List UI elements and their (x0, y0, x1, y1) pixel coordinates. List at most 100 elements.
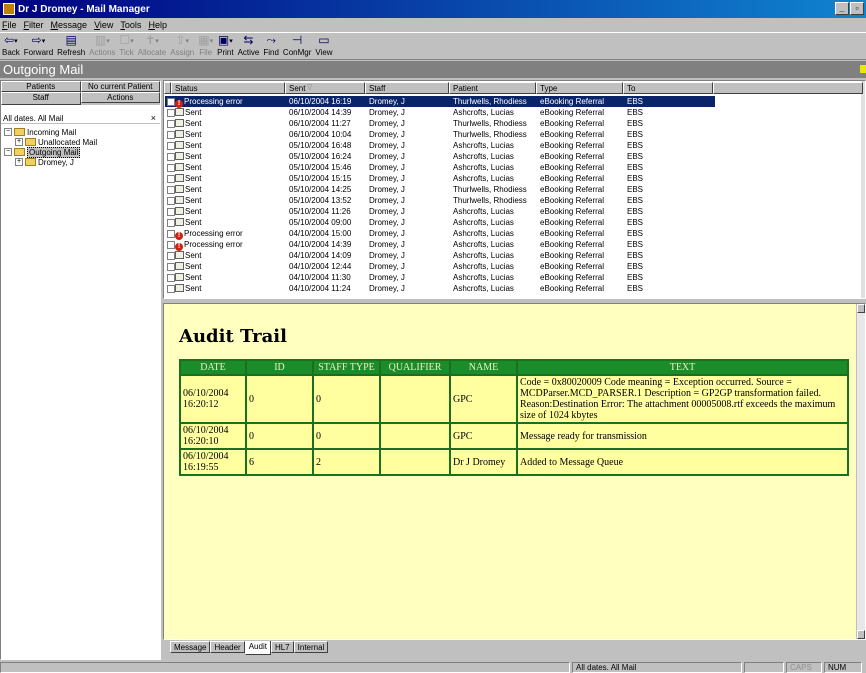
dropdown-arrow-icon[interactable]: ▾ (106, 37, 110, 45)
row-checkbox[interactable] (167, 285, 175, 293)
grip-icon[interactable] (860, 65, 866, 73)
dropdown-arrow-icon[interactable]: ▾ (130, 37, 134, 45)
menu-message[interactable]: Message (51, 20, 88, 30)
table-row[interactable]: Sent 05/10/2004 16:24 Dromey, J Ashcrofts, … (165, 151, 715, 162)
row-checkbox[interactable] (167, 131, 175, 139)
dropdown-arrow-icon[interactable]: ▾ (186, 37, 190, 45)
dropdown-arrow-icon[interactable]: ▾ (210, 37, 214, 45)
row-checkbox[interactable] (167, 164, 175, 172)
row-checkbox[interactable] (167, 263, 175, 271)
tree-item-incoming-mail[interactable]: − Incoming Mail (4, 127, 76, 137)
table-row[interactable]: ! Processing error 04/10/2004 15:00 Dromey,… (165, 228, 715, 240)
dropdown-arrow-icon[interactable]: ▾ (42, 37, 46, 45)
audit-cell-id: 6 (245, 448, 314, 476)
close-icon[interactable]: × (151, 113, 156, 124)
table-row[interactable]: Sent 06/10/2004 14:39 Dromey, J Ashcrofts, … (165, 107, 715, 118)
row-checkbox[interactable] (167, 120, 175, 128)
menu-help[interactable]: Help (148, 20, 167, 30)
status-num: NUM (824, 662, 862, 673)
menu-view[interactable]: View (94, 20, 113, 30)
tab-patients[interactable]: Patients (1, 81, 81, 92)
tab-hl7[interactable]: HL7 (270, 641, 294, 653)
table-row[interactable]: Sent 05/10/2004 11:26 Dromey, J Ashcrofts, … (165, 206, 715, 217)
tab-header[interactable]: Header (210, 641, 245, 653)
column-header-staff[interactable]: Staff (365, 82, 449, 94)
row-checkbox[interactable] (167, 230, 175, 238)
table-row[interactable]: Sent 05/10/2004 16:48 Dromey, J Ashcrofts, … (165, 140, 715, 151)
row-checkbox[interactable] (167, 186, 175, 194)
row-checkbox[interactable] (167, 153, 175, 161)
tree-item-outgoing-mail[interactable]: − Outgoing Mail (4, 146, 81, 158)
table-row[interactable]: Sent 04/10/2004 14:09 Dromey, J Ashcrofts, … (165, 250, 715, 261)
tab-staff[interactable]: Staff (1, 92, 81, 105)
tick-button[interactable]: ☐ ▾ Tick (119, 34, 133, 59)
menu-filter[interactable]: Filter (24, 20, 44, 30)
back-button[interactable]: ⇦ ▾ Back (2, 34, 20, 59)
cell-staff: Dromey, J (369, 119, 405, 128)
table-row[interactable]: Sent 06/10/2004 11:27 Dromey, J Thurlwells,… (165, 118, 715, 129)
conmgr-button[interactable]: ⊣ ConMgr (283, 34, 311, 59)
maximize-button[interactable]: ▫ (850, 2, 864, 15)
tab-actions[interactable]: Actions (80, 92, 160, 103)
dropdown-arrow-icon[interactable]: ▾ (155, 37, 159, 45)
list-scrollbar[interactable] (861, 81, 865, 298)
table-row[interactable]: Sent 04/10/2004 11:30 Dromey, J Ashcrofts, … (165, 272, 715, 283)
dropdown-arrow-icon[interactable]: ▾ (14, 37, 18, 45)
scroll-up-button[interactable] (857, 304, 865, 313)
print-button[interactable]: ▣ ▾ Print (217, 34, 233, 59)
expand-toggle-icon[interactable]: + (15, 158, 23, 166)
table-row[interactable]: Sent 04/10/2004 12:44 Dromey, J Ashcrofts, … (165, 261, 715, 272)
find-button[interactable]: ⤳ Find (263, 34, 279, 59)
menu-tools[interactable]: Tools (120, 20, 141, 30)
allocate-button[interactable]: ✝ ▾ Allocate (138, 34, 166, 59)
row-checkbox[interactable] (167, 208, 175, 216)
row-checkbox[interactable] (167, 274, 175, 282)
table-row[interactable]: Sent 05/10/2004 09:00 Dromey, J Ashcrofts, … (165, 217, 715, 228)
column-header-type[interactable]: Type (536, 82, 623, 94)
dropdown-arrow-icon[interactable]: ▾ (229, 37, 233, 45)
row-checkbox[interactable] (167, 219, 175, 227)
cell-staff: Dromey, J (369, 273, 405, 282)
column-header-sent[interactable]: Sent (285, 82, 365, 94)
column-header-to[interactable]: To (623, 82, 713, 94)
column-header-status[interactable]: Status (171, 82, 285, 94)
table-row[interactable]: Sent 06/10/2004 10:04 Dromey, J Thurlwells,… (165, 129, 715, 140)
refresh-button[interactable]: ▤ Refresh (57, 34, 85, 59)
actions-button[interactable]: ▥ ▾ Actions (89, 34, 115, 59)
minimize-button[interactable]: _ (835, 2, 849, 15)
row-checkbox[interactable] (167, 98, 175, 106)
table-row[interactable]: Sent 05/10/2004 13:52 Dromey, J Thurlwells,… (165, 195, 715, 206)
view-button[interactable]: ▭ View (315, 34, 332, 59)
table-row[interactable]: Sent 05/10/2004 15:15 Dromey, J Ashcrofts, … (165, 173, 715, 184)
row-checkbox[interactable] (167, 241, 175, 249)
row-checkbox[interactable] (167, 142, 175, 150)
envelope-tick-icon (175, 284, 184, 292)
row-checkbox[interactable] (167, 175, 175, 183)
table-row[interactable]: ! Processing error 04/10/2004 14:39 Dromey,… (165, 239, 715, 251)
file-button[interactable]: ▦ ▾ File (198, 34, 213, 59)
tab-message[interactable]: Message (170, 641, 211, 653)
tree-item-dromey-j[interactable]: + Dromey, J (15, 157, 74, 167)
assign-button[interactable]: ⇧ ▾ Assign (170, 34, 194, 59)
tab-internal[interactable]: Internal (293, 641, 329, 653)
tree-item-unallocated-mail[interactable]: + Unallocated Mail (15, 137, 97, 147)
back-label: Back (2, 48, 20, 57)
tab-no-current-patient[interactable]: No current Patient (80, 81, 160, 92)
forward-button[interactable]: ⇨ ▾ Forward (24, 34, 53, 59)
table-row[interactable]: Sent 05/10/2004 14:25 Dromey, J Thurlwells,… (165, 184, 715, 195)
tab-audit[interactable]: Audit (244, 641, 271, 655)
table-row[interactable]: Sent 04/10/2004 11:24 Dromey, J Ashcrofts, … (165, 283, 715, 294)
audit-scrollbar[interactable] (856, 304, 865, 639)
row-checkbox[interactable] (167, 252, 175, 260)
expand-toggle-icon[interactable]: − (4, 128, 12, 136)
row-checkbox[interactable] (167, 109, 175, 117)
column-header-patient[interactable]: Patient (449, 82, 536, 94)
expand-toggle-icon[interactable]: − (4, 148, 12, 156)
row-checkbox[interactable] (167, 197, 175, 205)
table-row[interactable]: Sent 05/10/2004 15:46 Dromey, J Ashcrofts, … (165, 162, 715, 173)
scroll-down-button[interactable] (857, 630, 865, 639)
expand-toggle-icon[interactable]: + (15, 138, 23, 146)
table-row[interactable]: ! Processing error 06/10/2004 16:19 Dromey,… (165, 96, 715, 108)
menu-file[interactable]: File (2, 20, 17, 30)
active-button[interactable]: ⇆ Active (238, 34, 260, 59)
